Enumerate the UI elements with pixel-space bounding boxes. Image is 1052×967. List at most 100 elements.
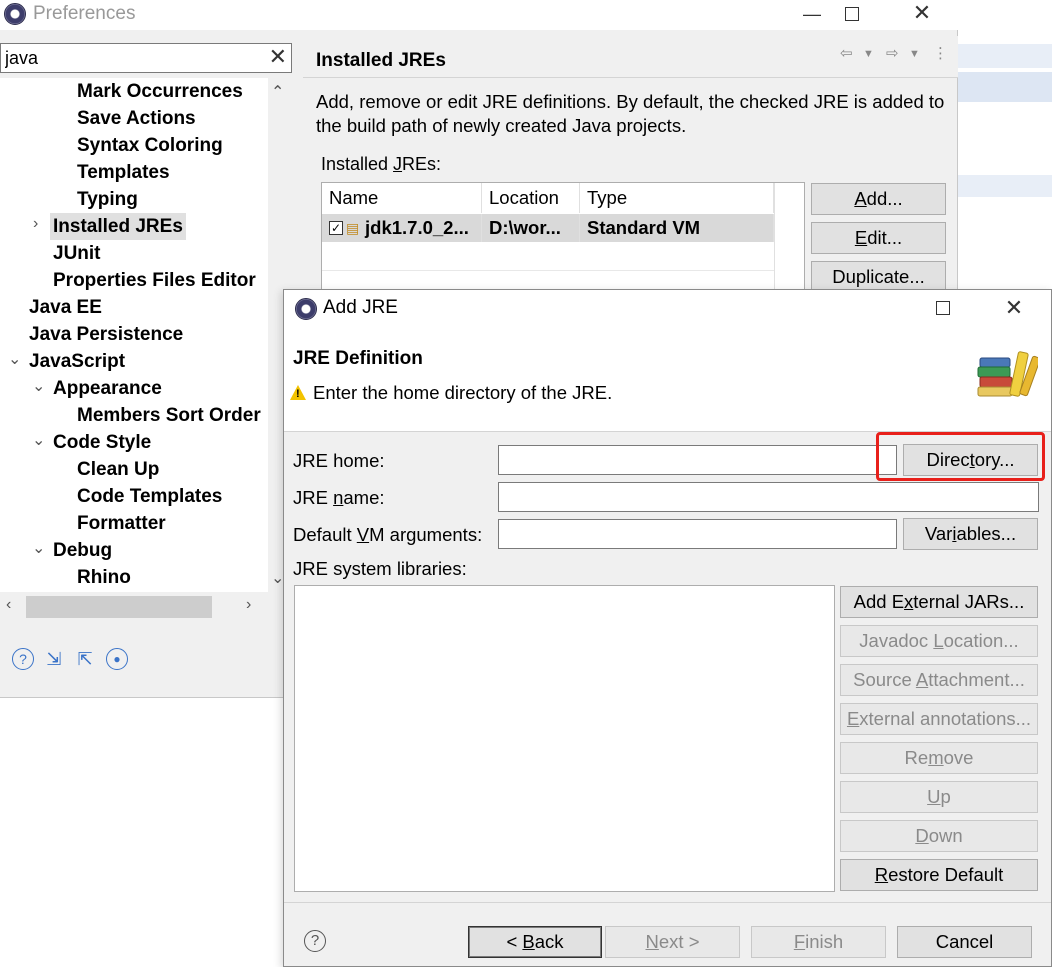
record-icon[interactable]: ● <box>106 648 128 670</box>
tree-item-rhino[interactable]: Rhino <box>77 564 131 591</box>
scroll-right-icon[interactable]: › <box>246 596 251 614</box>
help-icon[interactable]: ? <box>12 648 34 670</box>
tree-item-installed-jres[interactable]: Installed JREs <box>50 213 186 240</box>
jre-location-cell: D:\wor... <box>482 214 580 242</box>
scroll-up-icon[interactable]: ⌃ <box>271 82 284 102</box>
chevron-down-icon[interactable]: ⌄ <box>32 538 45 558</box>
javadoc-location-button[interactable]: Javadoc Location... <box>840 625 1038 657</box>
external-annotations-button[interactable]: External annotations... <box>840 703 1038 735</box>
jre-system-libraries-label: JRE system libraries: <box>293 558 467 579</box>
scrollbar-thumb[interactable] <box>270 108 284 568</box>
tree-item-java-persistence[interactable]: Java Persistence <box>29 321 183 348</box>
preferences-titlebar: Preferences — ✕ <box>0 0 958 30</box>
background-row <box>958 72 1052 102</box>
add-button[interactable]: Add... <box>811 183 946 215</box>
jre-home-field[interactable] <box>498 445 897 475</box>
vm-arguments-input[interactable] <box>499 520 896 548</box>
tree-item-clean-up[interactable]: Clean Up <box>77 456 159 483</box>
jre-type-cell: Standard VM <box>580 214 774 242</box>
tree-item-junit[interactable]: JUnit <box>53 240 101 267</box>
tree-item-syntax-coloring[interactable]: Syntax Coloring <box>77 132 223 159</box>
footer-divider <box>284 902 1051 903</box>
down-button[interactable]: Down <box>840 820 1038 852</box>
jre-name-cell: jdk1.7.0_2... <box>358 214 482 242</box>
page-title: Installed JREs <box>316 50 446 71</box>
preferences-title: Preferences <box>33 3 136 24</box>
chevron-right-icon[interactable]: › <box>33 215 38 233</box>
scrollbar-thumb[interactable] <box>26 596 212 618</box>
tree-item-save-actions[interactable]: Save Actions <box>77 105 196 132</box>
next-button[interactable]: Next > <box>605 926 740 958</box>
forward-arrow-icon[interactable]: ⇨ <box>886 44 899 62</box>
column-header-location[interactable]: Location <box>482 183 580 213</box>
tree-item-members-sort-order[interactable]: Members Sort Order <box>77 402 261 429</box>
maximize-icon <box>845 7 859 21</box>
add-external-jars-button[interactable]: Add External JARs... <box>840 586 1038 618</box>
maximize-button[interactable] <box>931 296 955 320</box>
export-icon[interactable]: ⇱ <box>74 648 96 670</box>
variables-button[interactable]: Variables... <box>903 518 1038 550</box>
tree-item-templates[interactable]: Templates <box>77 159 170 186</box>
source-attachment-button[interactable]: Source Attachment... <box>840 664 1038 696</box>
restore-default-button[interactable]: Restore Default <box>840 859 1038 891</box>
tree-item-debug[interactable]: Debug <box>53 537 112 564</box>
tree-item-properties-files-editor[interactable]: Properties Files Editor <box>53 267 256 294</box>
column-divider <box>774 183 775 291</box>
help-icon[interactable]: ? <box>304 930 326 952</box>
vm-arguments-label: Default VM arguments: <box>293 524 483 545</box>
maximize-button[interactable] <box>840 2 864 26</box>
chevron-down-icon[interactable]: ⌄ <box>32 430 45 450</box>
dropdown-icon[interactable]: ▼ <box>863 48 874 60</box>
highlight-box <box>876 432 1045 481</box>
chevron-down-icon[interactable]: ⌄ <box>8 349 21 369</box>
tree-item-javascript[interactable]: JavaScript <box>29 348 125 375</box>
tree-item-java-ee[interactable]: Java EE <box>29 294 102 321</box>
tree-item-code-templates[interactable]: Code Templates <box>77 483 222 510</box>
dialog-message: Enter the home directory of the JRE. <box>313 382 613 403</box>
jre-name-field[interactable] <box>498 482 1039 512</box>
tree-item-code-style[interactable]: Code Style <box>53 429 151 456</box>
vm-arguments-field[interactable] <box>498 519 897 549</box>
back-arrow-icon[interactable]: ⇦ <box>840 44 853 62</box>
tree-item-formatter[interactable]: Formatter <box>77 510 166 537</box>
scroll-left-icon[interactable]: ‹ <box>6 596 11 614</box>
page-header: Installed JREs ⇦ ▼ ⇨ ▼ ⋮ <box>303 36 958 78</box>
import-icon[interactable]: ⇲ <box>43 648 65 670</box>
add-jre-dialog: Add JRE ✕ JRE Definition ! Enter the hom… <box>283 289 1052 967</box>
column-header-name[interactable]: Name <box>322 183 482 213</box>
jre-system-libraries-list[interactable] <box>294 585 835 892</box>
tree-item-mark-occurrences[interactable]: Mark Occurrences <box>77 78 243 105</box>
minimize-button[interactable]: — <box>800 2 824 26</box>
edit-button[interactable]: Edit... <box>811 222 946 254</box>
close-button[interactable]: ✕ <box>910 0 934 25</box>
preferences-tree[interactable]: Mark Occurrences Save Actions Syntax Col… <box>0 78 268 592</box>
jre-checkbox[interactable]: ✓ <box>329 221 343 235</box>
clear-icon[interactable]: ✕ <box>269 44 287 70</box>
dialog-title: Add JRE <box>323 297 398 318</box>
jre-name-label: JRE name: <box>293 487 385 508</box>
tree-horizontal-scrollbar[interactable]: ‹ › <box>0 592 268 622</box>
cancel-button[interactable]: Cancel <box>897 926 1032 958</box>
jre-home-input[interactable] <box>499 446 896 474</box>
background-row <box>958 175 1052 197</box>
column-header-type[interactable]: Type <box>580 183 774 213</box>
chevron-down-icon[interactable]: ⌄ <box>32 376 45 396</box>
eclipse-icon <box>295 298 317 320</box>
tree-item-appearance[interactable]: Appearance <box>53 375 162 402</box>
filter-input[interactable] <box>5 46 255 70</box>
up-button[interactable]: Up <box>840 781 1038 813</box>
dialog-header: JRE Definition ! Enter the home director… <box>284 328 1051 432</box>
back-button[interactable]: < Back <box>468 926 602 958</box>
view-menu-icon[interactable]: ⋮ <box>933 44 948 62</box>
tree-item-typing[interactable]: Typing <box>77 186 138 213</box>
eclipse-icon <box>4 3 26 25</box>
filter-field[interactable]: ✕ <box>0 43 292 73</box>
dropdown-icon[interactable]: ▼ <box>909 48 920 60</box>
finish-button[interactable]: Finish <box>751 926 886 958</box>
remove-button[interactable]: Remove <box>840 742 1038 774</box>
installed-jres-table[interactable]: Name Location Type ✓ ▤ jdk1.7.0_2... D:\… <box>321 182 805 292</box>
dialog-titlebar: Add JRE ✕ <box>284 290 1051 328</box>
jre-home-label: JRE home: <box>293 450 385 471</box>
jre-name-input[interactable] <box>499 483 1038 511</box>
close-button[interactable]: ✕ <box>1002 295 1026 320</box>
